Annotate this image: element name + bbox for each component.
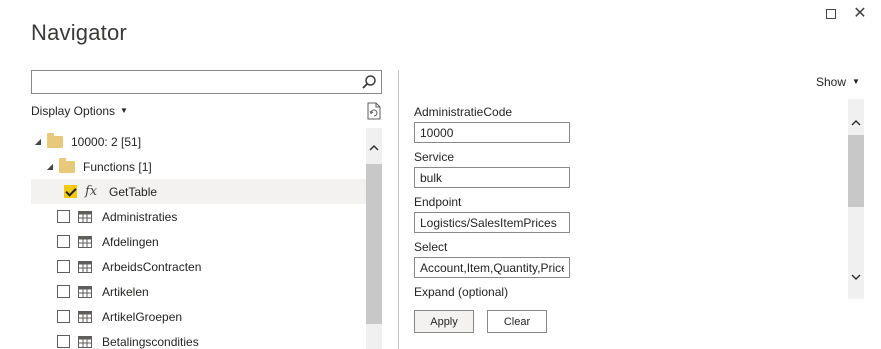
select-label: Select — [414, 240, 448, 254]
tree-item-label: 10000: 2 [51] — [71, 134, 142, 149]
tree-item-10000[interactable]: ◢ 10000: 2 [51] — [31, 129, 366, 154]
scrollbar-thumb[interactable] — [848, 135, 864, 207]
tree-item-arbeidscontracten[interactable]: ArbeidsContracten — [31, 254, 366, 279]
tree-item-label: ArtikelGroepen — [102, 309, 183, 324]
tree-item-administraties[interactable]: Administraties — [31, 204, 366, 229]
service-label: Service — [414, 150, 455, 164]
checkbox[interactable] — [57, 335, 70, 348]
tree-item-label: Administraties — [102, 209, 178, 224]
navigator-tree: ◢ 10000: 2 [51] ◢ Functions [1] fx GetTa… — [31, 128, 366, 349]
display-options-dropdown[interactable]: Display Options ▼ — [31, 104, 128, 118]
tree-item-label: Functions [1] — [83, 159, 152, 174]
apply-button[interactable]: Apply — [414, 310, 474, 333]
table-icon — [78, 235, 92, 248]
scrollbar-thumb[interactable] — [366, 164, 382, 324]
refresh-document-icon[interactable] — [366, 102, 382, 120]
tree-item-artikelen[interactable]: Artikelen — [31, 279, 366, 304]
caret-down-icon: ▼ — [852, 77, 860, 86]
tree-item-betalingscondities[interactable]: Betalingscondities — [31, 329, 366, 349]
folder-icon — [47, 132, 63, 148]
pane-divider[interactable] — [398, 70, 399, 349]
checkbox[interactable] — [57, 310, 70, 323]
expanded-caret-icon[interactable]: ◢ — [33, 137, 43, 146]
clear-button[interactable]: Clear — [487, 310, 547, 333]
scroll-up-icon[interactable] — [850, 117, 862, 129]
administratiecode-input[interactable] — [414, 122, 570, 143]
table-icon — [78, 210, 92, 223]
tree-item-functions[interactable]: ◢ Functions [1] — [31, 154, 366, 179]
tree-item-artikelgroepen[interactable]: ArtikelGroepen — [31, 304, 366, 329]
checkbox[interactable] — [57, 235, 70, 248]
close-icon[interactable]: ✕ — [850, 3, 870, 23]
select-input[interactable] — [414, 257, 570, 278]
tree-item-label: Artikelen — [102, 284, 149, 299]
endpoint-label: Endpoint — [414, 195, 462, 209]
tree-item-label: ArbeidsContracten — [102, 259, 202, 274]
tree-item-gettable[interactable]: fx GetTable — [31, 179, 366, 204]
function-fx-icon: fx — [85, 184, 98, 199]
show-dropdown[interactable]: Show ▼ — [816, 75, 860, 89]
search-icon[interactable] — [361, 74, 377, 90]
checkbox[interactable] — [57, 285, 70, 298]
table-icon — [78, 335, 92, 348]
administratiecode-label: AdministratieCode — [414, 105, 513, 119]
search-input[interactable] — [32, 71, 352, 93]
expand-label: Expand (optional) — [414, 285, 509, 299]
tree-scrollbar[interactable] — [366, 128, 382, 349]
tree-item-afdelingen[interactable]: Afdelingen — [31, 229, 366, 254]
table-icon — [78, 260, 92, 273]
expanded-caret-icon[interactable]: ◢ — [45, 162, 55, 171]
checkbox[interactable] — [57, 210, 70, 223]
display-options-label: Display Options — [31, 104, 116, 118]
tree-item-label: Betalingscondities — [102, 334, 199, 349]
form-scrollbar[interactable] — [848, 99, 864, 299]
dialog-title: Navigator — [31, 20, 127, 45]
endpoint-input[interactable] — [414, 212, 570, 233]
tree-item-label: Afdelingen — [102, 234, 159, 249]
maximize-icon[interactable] — [826, 9, 836, 19]
caret-down-icon: ▼ — [120, 106, 128, 115]
service-input[interactable] — [414, 167, 570, 188]
table-icon — [78, 310, 92, 323]
checkbox-checked[interactable] — [64, 185, 77, 198]
show-label: Show — [816, 75, 847, 89]
checkbox[interactable] — [57, 260, 70, 273]
table-icon — [78, 285, 92, 298]
scroll-down-icon[interactable] — [850, 271, 862, 283]
folder-icon — [59, 157, 75, 173]
search-box — [31, 70, 382, 94]
tree-item-label: GetTable — [109, 184, 158, 199]
scroll-up-icon[interactable] — [368, 142, 380, 154]
